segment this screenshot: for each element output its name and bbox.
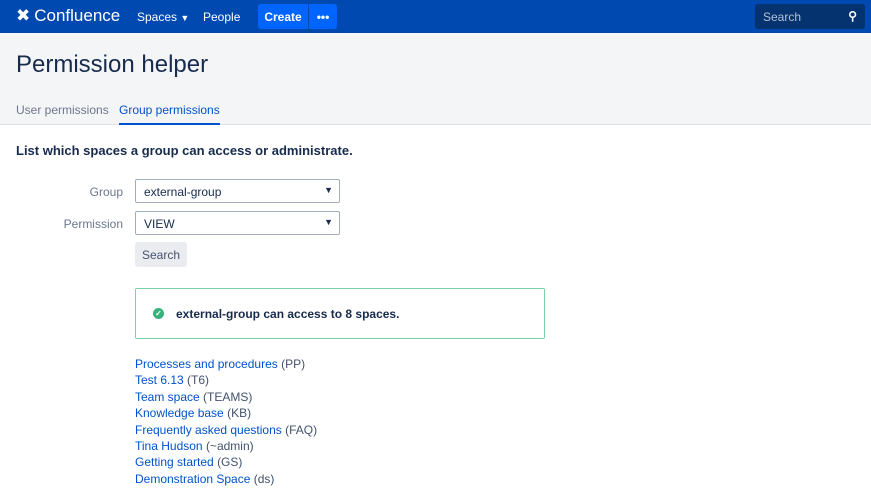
space-link[interactable]: Tina Hudson [135, 439, 203, 453]
permission-value: VIEW [144, 217, 175, 231]
tab-group-permissions[interactable]: Group permissions [119, 103, 220, 125]
intro-text: List which spaces a group can access or … [16, 143, 353, 158]
create-button[interactable]: Create [258, 4, 308, 29]
list-item: Team space (TEAMS) [135, 389, 317, 405]
confluence-icon: ✖ [16, 6, 31, 25]
list-item: Processes and procedures (PP) [135, 356, 317, 372]
space-link[interactable]: Frequently asked questions [135, 423, 282, 437]
permission-select[interactable]: VIEW ▼ [135, 211, 340, 235]
group-value: external-group [144, 185, 222, 199]
space-key: (ds) [253, 471, 275, 486]
space-key: (GS) [217, 455, 243, 470]
permission-label: Permission [63, 217, 123, 231]
success-message: ✓ external-group can access to 8 spaces. [135, 288, 545, 339]
list-item: Test 6.13 (T6) [135, 372, 317, 388]
message-text: external-group can access to 8 spaces. [176, 306, 400, 321]
space-link[interactable]: Test 6.13 [135, 373, 184, 387]
space-key: (TEAMS) [203, 389, 253, 404]
search-button[interactable]: Search [135, 242, 187, 267]
tab-user-permissions[interactable]: User permissions [16, 103, 109, 123]
search-placeholder: Search [763, 10, 802, 24]
list-item: Tina Hudson (~admin) [135, 438, 317, 454]
group-label: Group [89, 185, 123, 199]
list-item: Frequently asked questions (FAQ) [135, 422, 317, 438]
space-link[interactable]: Demonstration Space [135, 472, 250, 486]
list-item: Knowledge base (KB) [135, 405, 317, 421]
list-item: Getting started (GS) [135, 454, 317, 470]
spaces-label: Spaces [137, 10, 178, 24]
space-link[interactable]: Processes and procedures [135, 357, 278, 371]
chevron-down-icon: ▼ [180, 13, 190, 23]
check-circle-icon: ✓ [153, 308, 164, 319]
search-icon[interactable]: ⚲ [848, 9, 857, 23]
confluence-logo[interactable]: ✖ Confluence [16, 6, 120, 26]
people-link[interactable]: People [203, 10, 240, 24]
more-button[interactable]: ••• [309, 4, 337, 29]
page-title: Permission helper [16, 51, 209, 78]
list-item: Demonstration Space (ds) [135, 471, 317, 487]
spaces-menu[interactable]: Spaces ▼ [137, 10, 189, 24]
dropdown-arrow-icon: ▼ [324, 217, 333, 227]
logo-text: Confluence [34, 6, 121, 25]
dropdown-arrow-icon: ▼ [324, 185, 333, 195]
space-link[interactable]: Getting started [135, 455, 214, 469]
space-link[interactable]: Knowledge base [135, 406, 224, 420]
spaces-list: Processes and procedures (PP) Test 6.13 … [135, 356, 317, 487]
group-select[interactable]: external-group ▼ [135, 179, 340, 203]
space-key: (PP) [281, 357, 306, 371]
space-link[interactable]: Team space [135, 390, 200, 404]
space-key: (~admin) [205, 439, 254, 454]
space-key: (KB) [227, 406, 252, 421]
space-key: (T6) [187, 373, 210, 388]
top-nav: ✖ Confluence Spaces ▼ People Create ••• S… [0, 0, 871, 33]
search-input[interactable]: Search ⚲ [755, 4, 865, 29]
space-key: (FAQ) [285, 422, 318, 437]
